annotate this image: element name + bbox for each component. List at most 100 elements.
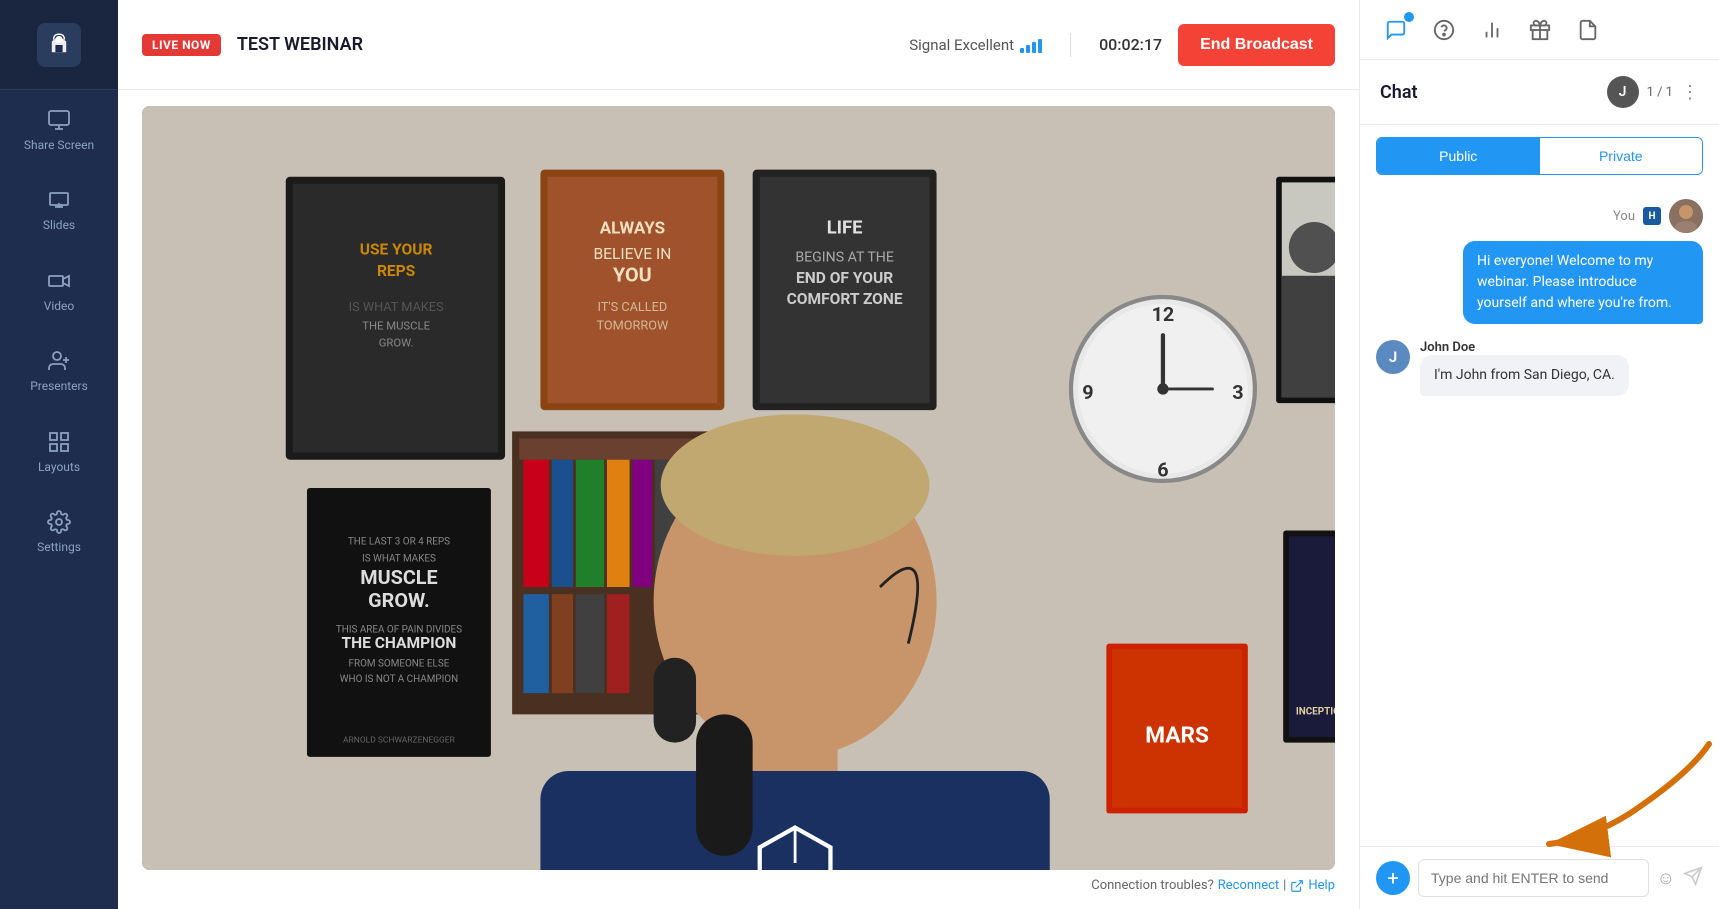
sidebar: Share Screen Slides Video Presenters: [0, 0, 118, 909]
host-avatar: J: [1607, 76, 1639, 108]
svg-text:MARS: MARS: [1145, 722, 1209, 749]
svg-text:BEGINS AT THE: BEGINS AT THE: [795, 250, 894, 266]
tab-questions[interactable]: [1424, 10, 1464, 50]
svg-text:THE MUSCLE: THE MUSCLE: [362, 320, 430, 333]
sidebar-item-layouts[interactable]: Layouts: [0, 412, 118, 492]
host-avatar-svg: [1669, 199, 1703, 233]
sender-name: John Doe: [1420, 340, 1629, 355]
chat-toggle: Public Private: [1376, 137, 1703, 175]
svg-text:6: 6: [1157, 459, 1168, 482]
header-divider: [1070, 33, 1071, 57]
more-options-icon[interactable]: ⋮: [1681, 82, 1699, 103]
sidebar-item-share-screen[interactable]: Share Screen: [0, 90, 118, 170]
external-link-icon: [1290, 879, 1304, 893]
chat-input-area: + ☺: [1360, 846, 1719, 909]
send-button[interactable]: [1683, 866, 1703, 891]
video-frame: USE YOUR REPS IS WHAT MAKES THE MUSCLE G…: [142, 106, 1335, 870]
sidebar-logo: [0, 0, 118, 90]
main-content: LIVE NOW TEST WEBINAR Signal Excellent 0…: [118, 0, 1359, 909]
sidebar-item-slides[interactable]: Slides: [0, 170, 118, 250]
sidebar-item-label-slides: Slides: [43, 218, 75, 232]
webinar-title: TEST WEBINAR: [237, 34, 363, 55]
sidebar-item-label-video: Video: [44, 299, 75, 313]
message-bubble-2: I'm John from San Diego, CA.: [1420, 355, 1629, 396]
svg-text:12: 12: [1152, 303, 1175, 326]
sidebar-item-label-share-screen: Share Screen: [24, 138, 94, 152]
tab-files[interactable]: [1568, 10, 1608, 50]
tab-offers[interactable]: [1520, 10, 1560, 50]
question-tab-icon: [1433, 19, 1455, 41]
svg-text:THE LAST 3 OR 4 REPS: THE LAST 3 OR 4 REPS: [348, 537, 450, 548]
svg-text:GROW.: GROW.: [379, 337, 414, 350]
person-add-icon: [47, 349, 71, 373]
own-message-header: You H: [1613, 199, 1703, 233]
chat-title: Chat: [1380, 82, 1418, 103]
svg-text:ALWAYS: ALWAYS: [600, 218, 665, 238]
chat-messages: You H Hi everyone! Welcome to my webinar…: [1360, 187, 1719, 846]
broadcast-timer: 00:02:17: [1099, 35, 1162, 54]
svg-text:WHO IS NOT A CHAMPION: WHO IS NOT A CHAMPION: [340, 674, 458, 685]
connection-separator: |: [1283, 878, 1286, 893]
sidebar-item-label-layouts: Layouts: [38, 460, 80, 474]
end-broadcast-button[interactable]: End Broadcast: [1178, 24, 1335, 66]
sidebar-item-label-settings: Settings: [37, 540, 81, 554]
connection-bar: Connection troubles? Reconnect | Help: [142, 878, 1335, 893]
tab-chat[interactable]: [1376, 10, 1416, 50]
message-row: J John Doe I'm John from San Diego, CA.: [1376, 340, 1703, 396]
chat-input[interactable]: [1418, 859, 1649, 897]
chat-tab-badge: [1404, 12, 1414, 22]
video-container: USE YOUR REPS IS WHAT MAKES THE MUSCLE G…: [118, 90, 1359, 909]
signal-label: Signal Excellent: [909, 36, 1014, 54]
svg-text:END OF YOUR: END OF YOUR: [796, 269, 893, 287]
connection-troubles-text: Connection troubles?: [1091, 878, 1213, 893]
other-message-content: John Doe I'm John from San Diego, CA.: [1420, 340, 1629, 396]
right-panel: Chat J 1 / 1 ⋮ Public Private You H: [1359, 0, 1719, 909]
svg-text:INCEPTION: INCEPTION: [1296, 706, 1335, 717]
monitor-icon: [47, 108, 71, 132]
add-attachment-button[interactable]: +: [1376, 861, 1410, 895]
slides-icon: [47, 188, 71, 212]
sidebar-item-video[interactable]: Video: [0, 251, 118, 331]
layout-icon: [47, 430, 71, 454]
svg-text:9: 9: [1082, 381, 1093, 404]
svg-text:ARNOLD SCHWARZENEGGER: ARNOLD SCHWARZENEGGER: [343, 736, 456, 746]
attendee-count: 1 / 1: [1647, 85, 1673, 100]
svg-text:YOU: YOU: [613, 263, 652, 286]
svg-text:IT'S CALLED: IT'S CALLED: [598, 300, 668, 315]
toggle-private-button[interactable]: Private: [1540, 138, 1703, 174]
reconnect-link[interactable]: Reconnect: [1218, 878, 1279, 893]
svg-text:GROW.: GROW.: [368, 589, 430, 612]
signal-bars-icon: [1020, 37, 1042, 53]
svg-text:MUSCLE: MUSCLE: [360, 566, 437, 589]
svg-text:THE CHAMPION: THE CHAMPION: [342, 634, 457, 652]
emoji-button[interactable]: ☺: [1657, 868, 1675, 889]
svg-text:IS WHAT MAKES: IS WHAT MAKES: [362, 554, 436, 565]
chat-tab-icon: [1385, 19, 1407, 41]
toggle-public-button[interactable]: Public: [1377, 138, 1540, 174]
help-link[interactable]: Help: [1308, 878, 1335, 893]
svg-text:COMFORT ZONE: COMFORT ZONE: [787, 290, 903, 308]
sidebar-item-presenters[interactable]: Presenters: [0, 331, 118, 411]
send-icon: [1683, 866, 1703, 886]
signal-info: Signal Excellent: [909, 36, 1042, 54]
video-icon: [47, 269, 71, 293]
chat-header-right: J 1 / 1 ⋮: [1607, 76, 1699, 108]
gift-tab-icon: [1529, 19, 1551, 41]
message-row: You H Hi everyone! Welcome to my webinar…: [1376, 199, 1703, 324]
host-avatar-img: [1669, 199, 1703, 233]
svg-text:REPS: REPS: [377, 262, 416, 280]
sidebar-item-settings[interactable]: Settings: [0, 492, 118, 572]
host-badge: H: [1643, 207, 1661, 225]
message-bubble-1: Hi everyone! Welcome to my webinar. Plea…: [1463, 241, 1703, 324]
svg-text:IS WHAT MAKES: IS WHAT MAKES: [349, 300, 444, 315]
right-panel-tabs: [1360, 0, 1719, 60]
gear-icon: [47, 510, 71, 534]
tab-polls[interactable]: [1472, 10, 1512, 50]
john-avatar: J: [1376, 340, 1410, 374]
svg-text:LIFE: LIFE: [827, 217, 863, 238]
svg-text:USE YOUR: USE YOUR: [360, 241, 433, 259]
svg-text:BELIEVE IN: BELIEVE IN: [593, 245, 671, 263]
other-message-wrapper: J John Doe I'm John from San Diego, CA.: [1376, 340, 1629, 396]
you-label: You: [1613, 209, 1635, 224]
svg-text:3: 3: [1232, 381, 1243, 404]
